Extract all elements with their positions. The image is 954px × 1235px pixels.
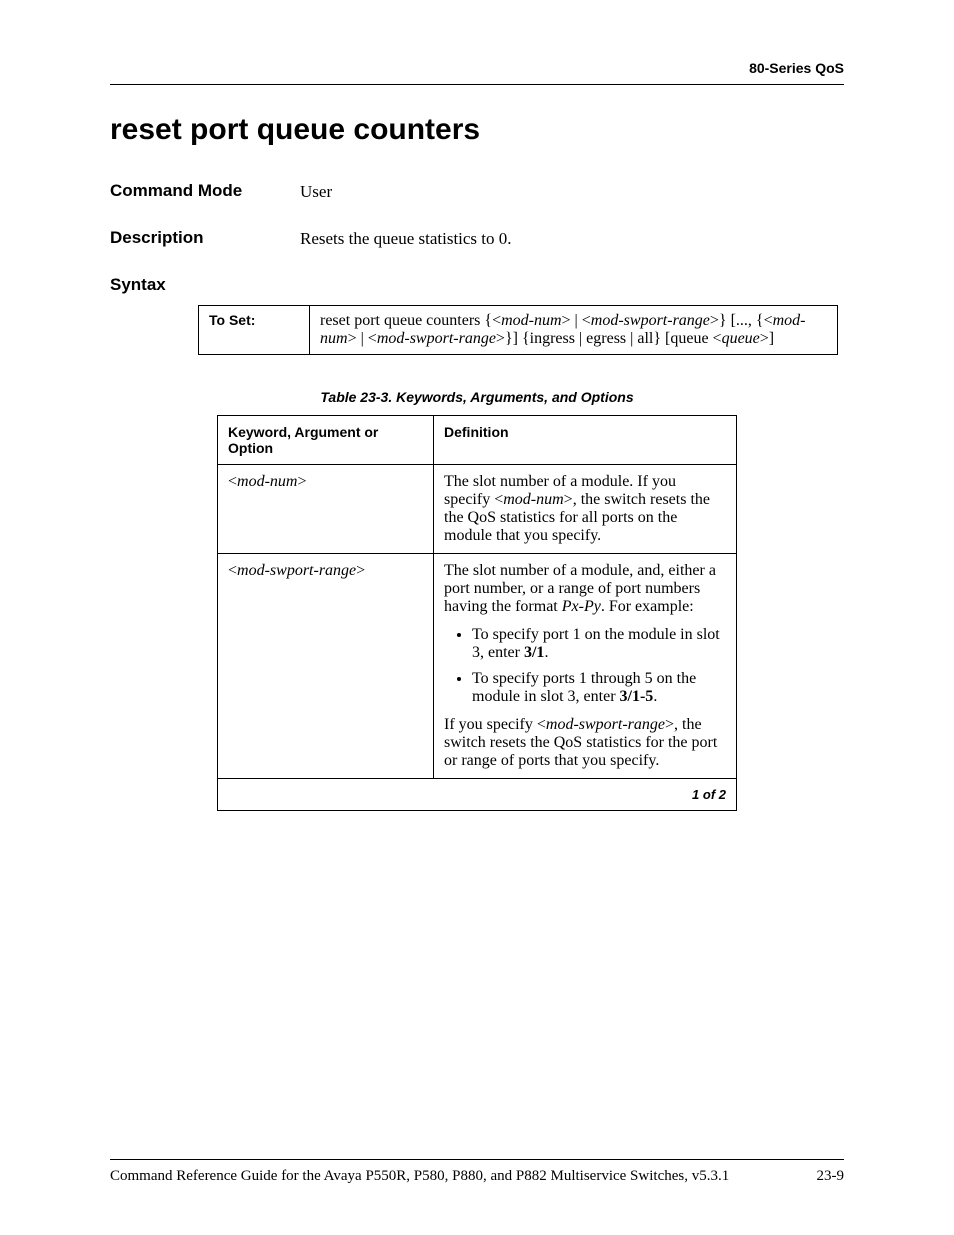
def-arg: mod-num (503, 491, 563, 508)
pager-text: 1 of 2 (218, 779, 737, 811)
angle-close: > (356, 562, 365, 579)
angle-close: > (297, 473, 306, 490)
page: 80-Series QoS reset port queue counters … (0, 0, 954, 1235)
def-arg: mod-swport-range (546, 716, 665, 733)
description-label: Description (110, 228, 300, 249)
keyword-name: mod-num (237, 473, 297, 490)
description-value: Resets the queue statistics to 0. (300, 228, 844, 249)
syntax-to-set-row: To Set: reset port queue counters {<mod-… (199, 306, 838, 355)
command-mode-value: User (300, 181, 844, 202)
header-keyword: Keyword, Argument or Option (218, 416, 434, 465)
definition-cell: The slot number of a module, and, either… (434, 554, 737, 779)
angle-open: < (228, 473, 237, 490)
li-text: . (544, 644, 548, 661)
syntax-body (300, 275, 844, 295)
cmd-arg: mod-swport-range (377, 330, 496, 347)
cmd-arg: mod-swport-range (591, 312, 710, 329)
li-text: To specify ports 1 through 5 on the modu… (472, 670, 696, 705)
syntax-label: Syntax (110, 275, 300, 295)
table-row: <mod-swport-range> The slot number of a … (218, 554, 737, 779)
keyword-name: mod-swport-range (237, 562, 356, 579)
li-text: To specify port 1 on the module in slot … (472, 626, 720, 661)
syntax-table: To Set: reset port queue counters {<mod-… (198, 305, 838, 355)
footer-right: 23-9 (817, 1168, 845, 1185)
def-text: If you specify < (444, 716, 546, 733)
cmd-text: > | < (348, 330, 377, 347)
page-footer: Command Reference Guide for the Avaya P5… (110, 1159, 844, 1185)
description-row: Description Resets the queue statistics … (110, 228, 844, 249)
pager-row: 1 of 2 (218, 779, 737, 811)
cmd-text: reset port queue counters {< (320, 312, 501, 329)
cmd-arg: mod-num (501, 312, 561, 329)
header-definition: Definition (434, 416, 737, 465)
footer-rule (110, 1159, 844, 1160)
syntax-row: Syntax (110, 275, 844, 295)
cmd-text: >] (760, 330, 774, 347)
cmd-arg: queue (722, 330, 760, 347)
keywords-table: Keyword, Argument or Option Definition <… (217, 415, 737, 811)
table-row: <mod-num> The slot number of a module. I… (218, 465, 737, 554)
to-set-command: reset port queue counters {<mod-num> | <… (310, 306, 838, 355)
li-bold: 3/1 (524, 644, 544, 661)
li-text: . (653, 688, 657, 705)
cmd-text: > | < (562, 312, 591, 329)
example-list: To specify port 1 on the module in slot … (444, 626, 726, 706)
table-header-row: Keyword, Argument or Option Definition (218, 416, 737, 465)
list-item: To specify ports 1 through 5 on the modu… (472, 670, 726, 706)
def-arg: Px-Py (562, 598, 601, 615)
command-mode-row: Command Mode User (110, 181, 844, 202)
list-item: To specify port 1 on the module in slot … (472, 626, 726, 662)
cmd-text: >}] {ingress | egress | all} [queue < (496, 330, 722, 347)
keyword-cell: <mod-num> (218, 465, 434, 554)
header-section-label: 80-Series QoS (110, 60, 844, 76)
cmd-text: >} [..., {< (710, 312, 773, 329)
angle-open: < (228, 562, 237, 579)
table-caption: Table 23-3. Keywords, Arguments, and Opt… (110, 389, 844, 405)
to-set-label: To Set: (199, 306, 310, 355)
page-title: reset port queue counters (110, 113, 844, 147)
command-mode-label: Command Mode (110, 181, 300, 202)
footer-left: Command Reference Guide for the Avaya P5… (110, 1168, 729, 1185)
def-text: . For example: (601, 598, 694, 615)
keyword-cell: <mod-swport-range> (218, 554, 434, 779)
definition-cell: The slot number of a module. If you spec… (434, 465, 737, 554)
li-bold: 3/1-5 (620, 688, 654, 705)
header-rule (110, 84, 844, 85)
